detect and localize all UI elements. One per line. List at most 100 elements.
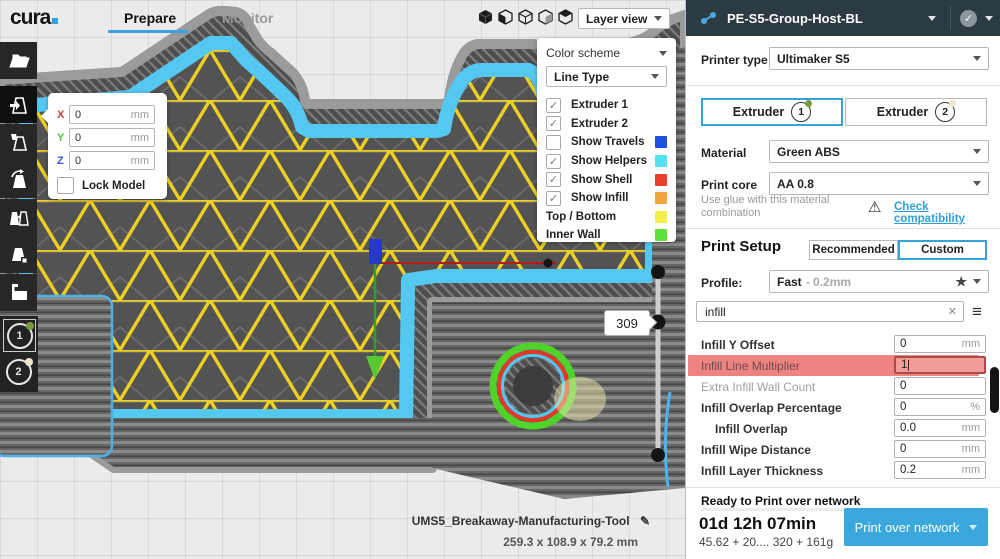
view-mode-wire-icon[interactable]	[538, 9, 553, 25]
chevron-down-icon	[973, 149, 981, 154]
mirror-tool-icon	[8, 206, 30, 228]
x-position-row: X 0 mm	[57, 103, 167, 126]
connection-status-icon: ✓	[960, 10, 977, 27]
extruder-2-button[interactable]: 2	[3, 356, 34, 387]
position-panel: X 0 mm Y 0 mm Z 0 mm Lock Model	[48, 93, 167, 199]
print-status: Ready to Print over network	[701, 494, 860, 508]
show-helpers-checkbox[interactable]: ✓	[546, 154, 561, 169]
setting-row: Infill Overlap Percentage 0 %	[686, 397, 986, 418]
print-over-network-button[interactable]: Print over network	[844, 508, 988, 546]
tool-mirror-button[interactable]	[0, 199, 37, 236]
view-mode-solid-icon[interactable]	[478, 9, 493, 25]
tool-rotate-button[interactable]	[0, 161, 37, 198]
edit-name-icon[interactable]: ✎	[640, 514, 650, 528]
panel-pointer	[41, 109, 48, 123]
layer-slider-top-handle[interactable]	[651, 265, 665, 279]
favorite-star-icon[interactable]: ★	[955, 274, 967, 290]
printer-header[interactable]: PE-S5-Group-Host-BL ✓	[686, 0, 1000, 36]
view-mode-xray-icon[interactable]	[498, 9, 513, 25]
tool-support-blocker-button[interactable]	[0, 274, 37, 311]
infill-overlap-percentage-input[interactable]: 0 %	[894, 398, 986, 416]
lock-model-label: Lock Model	[82, 180, 145, 192]
extruder-1-button[interactable]: 1	[3, 319, 36, 352]
y-position-row: Y 0 mm	[57, 126, 167, 149]
extra-infill-wall-count-input[interactable]: 0	[894, 377, 986, 395]
network-printer-icon	[700, 10, 718, 26]
tab-extruder-2[interactable]: Extruder 2	[845, 98, 987, 126]
chevron-down-icon	[973, 181, 981, 186]
material-usage-estimate: 45.62 + 20.... 320 + 161g	[699, 535, 833, 549]
infill-layer-thickness-input[interactable]: 0.2 mm	[894, 461, 986, 479]
legend-row-extruder1: ✓ Extruder 1	[546, 96, 667, 115]
tab-prepare[interactable]: Prepare	[124, 10, 176, 26]
z-position-input[interactable]: 0 mm	[69, 151, 155, 170]
support-blocker-icon	[8, 281, 30, 303]
tool-per-model-settings-button[interactable]	[0, 236, 37, 273]
material-select[interactable]: Green ABS	[769, 140, 989, 163]
custom-mode-button[interactable]: Custom	[898, 240, 987, 260]
scrollbar-thumb[interactable]	[990, 367, 999, 413]
profile-select[interactable]: Fast - 0.2mm ★	[769, 270, 989, 293]
setting-row: Infill Wipe Distance 0 mm	[686, 439, 986, 460]
open-file-button[interactable]	[0, 42, 37, 79]
lock-model-checkbox[interactable]	[57, 177, 74, 194]
setting-row-highlighted: Infill Line Multiplier 1	[688, 355, 979, 376]
view-mode-compare-icon[interactable]	[558, 9, 573, 25]
extruder-1-material-dot	[26, 322, 34, 330]
chevron-down-icon	[969, 525, 977, 530]
warning-icon: ⚠	[868, 198, 881, 216]
recommended-mode-button[interactable]: Recommended	[809, 240, 898, 260]
clear-search-icon[interactable]: ✕	[948, 305, 957, 318]
tool-move-button[interactable]	[0, 86, 37, 123]
setting-row: Extra Infill Wall Count 0	[686, 376, 986, 397]
infill-y-offset-input[interactable]: 0 mm	[894, 335, 986, 353]
layer-slider-bottom-handle[interactable]	[651, 448, 665, 462]
extruder2-checkbox[interactable]: ✓	[546, 116, 561, 131]
infill-overlap-input[interactable]: 0.0 mm	[894, 419, 986, 437]
scale-tool-icon	[8, 131, 30, 153]
legend-row-extruder2: ✓ Extruder 2	[546, 115, 667, 134]
extruder-selector: 1 2	[0, 316, 38, 392]
chevron-down-icon	[973, 56, 981, 61]
layer-number-tooltip: 309	[604, 310, 650, 336]
show-infill-checkbox[interactable]: ✓	[546, 191, 561, 206]
chevron-down-icon	[973, 279, 981, 284]
legend-row-helpers: ✓ Show Helpers	[546, 152, 667, 171]
extruder-2-material-dot	[25, 358, 33, 366]
settings-search-box[interactable]: ✕	[696, 301, 964, 322]
per-model-settings-icon	[8, 244, 30, 266]
print-core-select[interactable]: AA 0.8	[769, 172, 989, 195]
check-compatibility-link[interactable]: Check compatibility	[894, 201, 1000, 225]
printer-type-label: Printer type	[701, 53, 768, 67]
printer-type-select[interactable]: Ultimaker S5	[769, 47, 989, 70]
infill-wipe-distance-input[interactable]: 0 mm	[894, 440, 986, 458]
chevron-down-icon	[654, 16, 662, 21]
shell-color-swatch	[655, 174, 667, 186]
chevron-down-icon[interactable]	[659, 51, 667, 56]
line-type-select[interactable]: Line Type	[546, 66, 667, 87]
chevron-down-icon	[651, 74, 659, 79]
tab-prepare-underline	[108, 30, 188, 33]
extruder1-checkbox[interactable]: ✓	[546, 98, 561, 113]
search-input[interactable]	[703, 304, 944, 320]
legend-row-travels: Show Travels	[546, 133, 667, 152]
top-bottom-color-swatch	[655, 211, 667, 223]
settings-menu-icon[interactable]: ≡	[972, 302, 982, 322]
tool-scale-button[interactable]	[0, 124, 37, 161]
print-time-estimate: 01d 12h 07min	[699, 514, 816, 534]
show-travels-checkbox[interactable]	[546, 135, 561, 150]
open-folder-icon	[8, 52, 30, 70]
tab-extruder-1[interactable]: Extruder 1	[701, 98, 843, 126]
view-mode-select[interactable]: Layer view	[578, 8, 670, 29]
show-shell-checkbox[interactable]: ✓	[546, 172, 561, 187]
y-position-input[interactable]: 0 mm	[69, 128, 155, 147]
model-dimensions: 259.3 x 108.9 x 79.2 mm	[380, 535, 638, 549]
infill-line-multiplier-input[interactable]: 1	[894, 356, 986, 374]
view-mode-layer-icon[interactable]	[518, 9, 533, 25]
connection-menu-chevron-icon[interactable]	[985, 16, 993, 21]
printer-select-chevron-icon[interactable]	[928, 16, 936, 21]
legend-row-shell: ✓ Show Shell	[546, 170, 667, 189]
tab-monitor[interactable]: Monitor	[222, 10, 273, 26]
legend-row-top-bottom: Top / Bottom	[546, 208, 667, 227]
x-position-input[interactable]: 0 mm	[69, 105, 155, 124]
